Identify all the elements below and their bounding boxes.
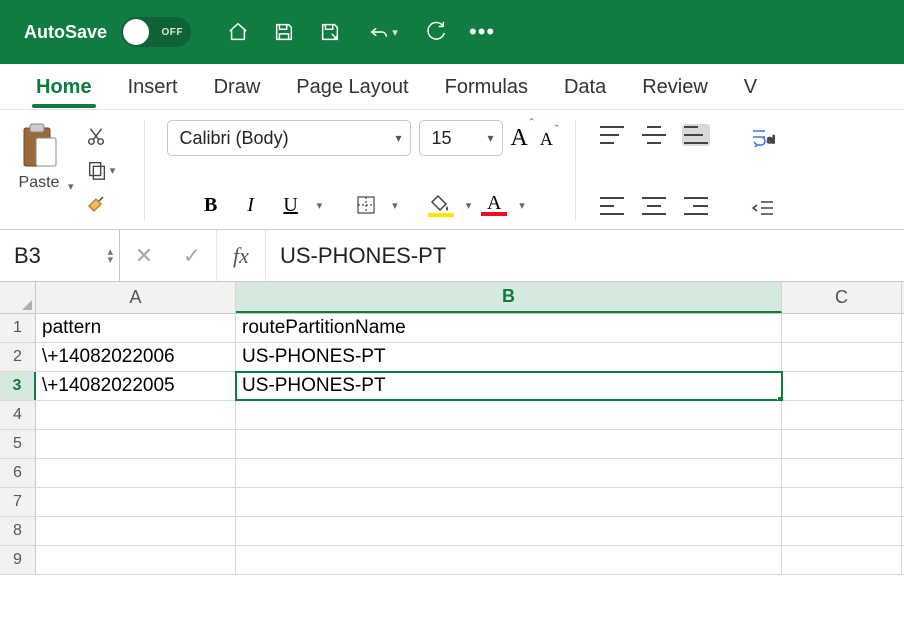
autosave-label: AutoSave	[24, 22, 107, 43]
select-all-corner[interactable]	[0, 282, 36, 313]
font-name-select[interactable]: Calibri (Body)▾	[167, 120, 411, 156]
cell[interactable]	[36, 546, 236, 574]
name-box-down-icon[interactable]: ▾	[107, 256, 113, 264]
borders-button[interactable]	[350, 189, 382, 221]
font-group: Calibri (Body)▾ 15▾ A A B I U▾ ▾ ▾	[161, 116, 559, 225]
autosave-toggle[interactable]: OFF	[121, 17, 191, 47]
save-icon[interactable]	[269, 17, 299, 47]
cell[interactable]	[236, 517, 782, 545]
cell[interactable]	[36, 517, 236, 545]
cell[interactable]	[36, 488, 236, 516]
cell[interactable]	[782, 401, 902, 429]
save-as-icon[interactable]	[315, 17, 345, 47]
formula-input[interactable]: US-PHONES-PT	[266, 230, 904, 281]
tab-data[interactable]: Data	[546, 66, 624, 107]
underline-button[interactable]: U	[275, 189, 307, 221]
font-color-button[interactable]: A	[479, 195, 509, 216]
cell[interactable]: routePartitionName	[236, 314, 782, 342]
decrease-indent-icon[interactable]	[748, 195, 778, 221]
row-header[interactable]: 8	[0, 517, 36, 545]
cell[interactable]	[782, 372, 902, 400]
tab-view-truncated[interactable]: V	[726, 66, 775, 107]
cell[interactable]	[782, 430, 902, 458]
cell[interactable]	[236, 430, 782, 458]
align-center-icon[interactable]	[640, 195, 668, 217]
redo-icon[interactable]	[421, 17, 451, 47]
row-header[interactable]: 3	[0, 372, 36, 400]
alignment-group: ab	[592, 116, 784, 225]
cancel-formula-icon[interactable]: ✕	[120, 230, 168, 281]
cell[interactable]	[782, 546, 902, 574]
row-header[interactable]: 9	[0, 546, 36, 574]
row-header[interactable]: 1	[0, 314, 36, 342]
align-bottom-icon[interactable]	[682, 124, 710, 146]
decrease-font-icon[interactable]: A	[540, 129, 553, 150]
name-box[interactable]: B3 ▴▾	[0, 230, 120, 281]
paste-button[interactable]: Paste	[18, 120, 60, 192]
accept-formula-icon[interactable]: ✓	[168, 230, 216, 281]
cell[interactable]	[782, 314, 902, 342]
align-right-icon[interactable]	[682, 195, 710, 217]
tab-formulas[interactable]: Formulas	[427, 66, 546, 107]
cell[interactable]	[782, 459, 902, 487]
col-header-a[interactable]: A	[36, 282, 236, 313]
title-bar: AutoSave OFF ▾ •••	[0, 0, 904, 64]
svg-text:ab: ab	[767, 135, 775, 146]
cell[interactable]	[236, 459, 782, 487]
spreadsheet-grid: A B C 1 pattern routePartitionName 2 \+1…	[0, 282, 904, 575]
more-icon[interactable]: •••	[469, 19, 495, 45]
col-header-c[interactable]: C	[782, 282, 902, 313]
format-painter-icon[interactable]	[80, 190, 112, 218]
increase-font-icon[interactable]: A	[511, 125, 528, 152]
row-header[interactable]: 7	[0, 488, 36, 516]
wrap-text-icon[interactable]: ab	[748, 124, 778, 150]
cell[interactable]: US-PHONES-PT	[236, 343, 782, 371]
clipboard-group: Paste ▾ ▾	[12, 116, 128, 225]
cell[interactable]: pattern	[36, 314, 236, 342]
cell[interactable]	[36, 401, 236, 429]
copy-icon[interactable]: ▾	[80, 156, 122, 184]
undo-icon[interactable]: ▾	[361, 17, 405, 47]
tab-page-layout[interactable]: Page Layout	[278, 66, 426, 107]
font-size-select[interactable]: 15▾	[419, 120, 503, 156]
tab-review[interactable]: Review	[624, 66, 726, 107]
fill-color-button[interactable]	[426, 194, 456, 217]
bold-button[interactable]: B	[195, 189, 227, 221]
row-header[interactable]: 6	[0, 459, 36, 487]
cell[interactable]	[782, 517, 902, 545]
tab-draw[interactable]: Draw	[196, 66, 279, 107]
align-top-icon[interactable]	[598, 124, 626, 146]
cell[interactable]	[782, 343, 902, 371]
fx-icon[interactable]: fx	[216, 230, 266, 281]
fill-handle[interactable]	[777, 396, 782, 400]
cell[interactable]	[36, 459, 236, 487]
cell[interactable]: \+14082022006	[36, 343, 236, 371]
cell[interactable]: \+14082022005	[36, 372, 236, 400]
active-cell[interactable]: US-PHONES-PT	[236, 372, 782, 400]
ribbon-tabs: Home Insert Draw Page Layout Formulas Da…	[0, 64, 904, 110]
align-left-icon[interactable]	[598, 195, 626, 217]
cut-icon[interactable]	[80, 122, 112, 150]
cell[interactable]	[236, 401, 782, 429]
cell[interactable]	[236, 488, 782, 516]
cell[interactable]	[236, 546, 782, 574]
tab-home[interactable]: Home	[18, 66, 110, 107]
row-header[interactable]: 2	[0, 343, 36, 371]
row-header[interactable]: 5	[0, 430, 36, 458]
home-icon[interactable]	[223, 17, 253, 47]
cell[interactable]	[782, 488, 902, 516]
ribbon: Paste ▾ ▾ Calibri (Body)▾ 15▾	[0, 110, 904, 230]
cell[interactable]	[36, 430, 236, 458]
formula-bar: B3 ▴▾ ✕ ✓ fx US-PHONES-PT	[0, 230, 904, 282]
row-header[interactable]: 4	[0, 401, 36, 429]
italic-button[interactable]: I	[235, 189, 267, 221]
col-header-b[interactable]: B	[236, 282, 782, 313]
align-middle-icon[interactable]	[640, 124, 668, 146]
tab-insert[interactable]: Insert	[110, 66, 196, 107]
